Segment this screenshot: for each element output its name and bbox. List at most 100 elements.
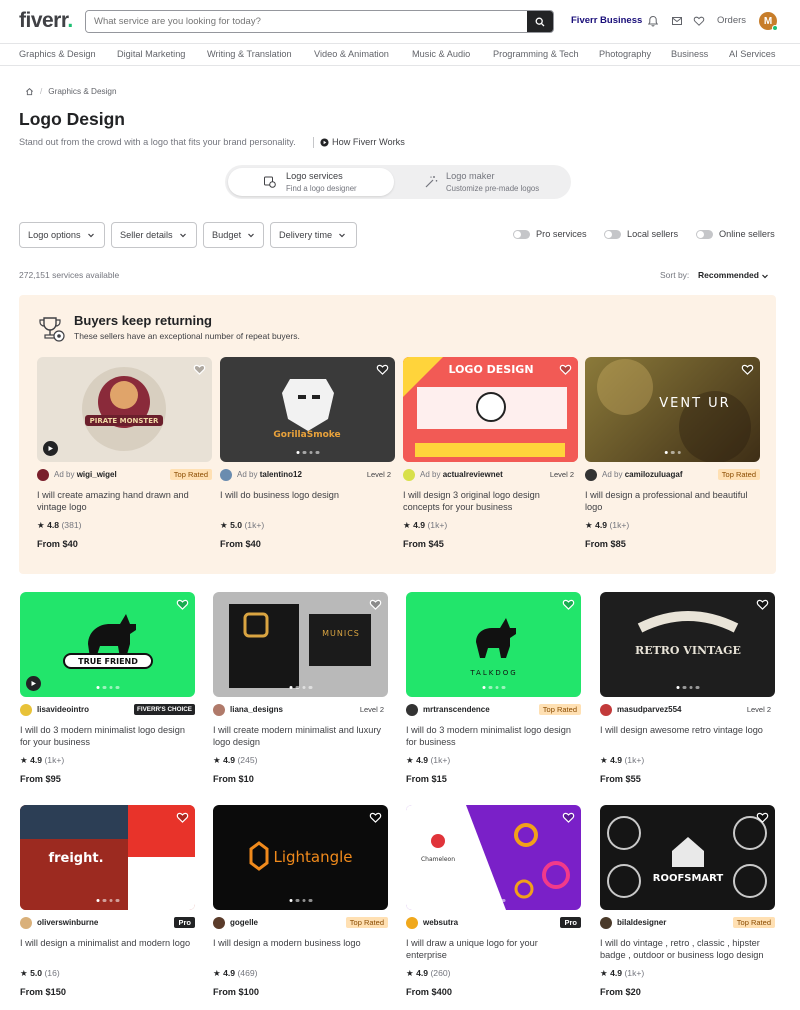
seller-name[interactable]: bilaldesigner: [617, 918, 666, 927]
category-photography[interactable]: Photography: [599, 49, 651, 59]
seller-name[interactable]: mrtranscendence: [423, 705, 490, 714]
online-sellers-switch[interactable]: [696, 230, 713, 239]
seller-avatar[interactable]: [403, 469, 415, 481]
seller-avatar[interactable]: [20, 704, 32, 716]
how-fiverr-works-link[interactable]: How Fiverr Works: [320, 137, 405, 147]
fiverr-logo[interactable]: fiverr.: [19, 9, 73, 33]
category-music-audio[interactable]: Music & Audio: [412, 49, 470, 59]
gig-thumbnail[interactable]: TALKDOG: [406, 592, 581, 697]
carousel-dots[interactable]: [482, 898, 505, 902]
gig-thumbnail[interactable]: Chameleon: [406, 805, 581, 910]
gig-title[interactable]: I will do vintage , retro , classic , hi…: [600, 938, 775, 961]
seller-name[interactable]: oliverswinburne: [37, 918, 98, 927]
messages-envelope-icon[interactable]: [669, 13, 685, 29]
seller-avatar[interactable]: [213, 917, 225, 929]
carousel-dots[interactable]: [296, 450, 319, 454]
home-icon[interactable]: [25, 87, 34, 96]
seller-avatar[interactable]: [20, 917, 32, 929]
breadcrumb-graphics-design[interactable]: Graphics & Design: [48, 87, 116, 96]
gig-title[interactable]: I will design a professional and beautif…: [585, 490, 760, 513]
seller-name[interactable]: gogelle: [230, 918, 258, 927]
gig-title[interactable]: I will draw a unique logo for your enter…: [406, 938, 581, 961]
favorites-heart-icon[interactable]: [691, 13, 707, 29]
seller-avatar[interactable]: [585, 469, 597, 481]
gig-thumbnail[interactable]: MUNICS: [213, 592, 388, 697]
seller-avatar[interactable]: [406, 917, 418, 929]
gig-title[interactable]: I will design 3 original logo design con…: [403, 490, 578, 513]
sort-dropdown[interactable]: Recommended: [698, 270, 769, 280]
seller-avatar[interactable]: [600, 704, 612, 716]
gig-thumbnail[interactable]: ROOFSMART: [600, 805, 775, 910]
gig-thumbnail[interactable]: PIRATE MONSTER: [37, 357, 212, 462]
heart-icon[interactable]: [176, 811, 189, 824]
search-input[interactable]: [86, 11, 526, 32]
heart-icon[interactable]: [562, 598, 575, 611]
gig-title[interactable]: I will do 3 modern minimalist logo desig…: [406, 725, 581, 748]
carousel-dots[interactable]: [676, 685, 699, 689]
gig-title[interactable]: I will design a minimalist and modern lo…: [20, 938, 195, 950]
play-video-button[interactable]: [26, 676, 41, 691]
gig-thumbnail[interactable]: freight.: [20, 805, 195, 910]
category-digital-marketing[interactable]: Digital Marketing: [117, 49, 185, 59]
category-business[interactable]: Business: [671, 49, 708, 59]
carousel-dots[interactable]: [96, 898, 119, 902]
heart-icon[interactable]: [193, 363, 206, 376]
heart-icon[interactable]: [756, 598, 769, 611]
seller-avatar[interactable]: [220, 469, 232, 481]
carousel-dots[interactable]: [289, 685, 312, 689]
seller-name[interactable]: Ad by actualreviewnet: [420, 470, 503, 479]
category-ai-services[interactable]: AI Services: [729, 49, 775, 59]
heart-icon[interactable]: [176, 598, 189, 611]
seller-avatar[interactable]: [406, 704, 418, 716]
gig-thumbnail[interactable]: VENT UR: [585, 357, 760, 462]
gig-title[interactable]: I will design awesome retro vintage logo: [600, 725, 775, 737]
heart-icon[interactable]: [741, 363, 754, 376]
gig-thumbnail[interactable]: RETRO VINTAGE: [600, 592, 775, 697]
gig-thumbnail[interactable]: LOGO DESIGN: [403, 357, 578, 462]
pro-services-switch[interactable]: [513, 230, 530, 239]
budget-dropdown[interactable]: Budget: [203, 222, 264, 248]
heart-icon[interactable]: [376, 363, 389, 376]
seller-name[interactable]: masudparvez554: [617, 705, 681, 714]
search-button[interactable]: [527, 11, 553, 32]
orders-link[interactable]: Orders: [717, 15, 746, 26]
category-writing-translation[interactable]: Writing & Translation: [207, 49, 292, 59]
category-programming-tech[interactable]: Programming & Tech: [493, 49, 579, 59]
category-video-animation[interactable]: Video & Animation: [314, 49, 389, 59]
fiverr-business-link[interactable]: Fiverr Business: [571, 15, 642, 26]
gig-thumbnail[interactable]: TRUE FRIEND: [20, 592, 195, 697]
seller-avatar[interactable]: [600, 917, 612, 929]
seller-name[interactable]: websutra: [423, 918, 458, 927]
heart-icon[interactable]: [369, 598, 382, 611]
notifications-bell-icon[interactable]: [645, 13, 661, 29]
gig-title[interactable]: I will design a modern business logo: [213, 938, 388, 950]
seller-name[interactable]: Ad by camilozuluagaf: [602, 470, 683, 479]
heart-icon[interactable]: [756, 811, 769, 824]
seller-details-dropdown[interactable]: Seller details: [111, 222, 197, 248]
carousel-dots[interactable]: [289, 898, 312, 902]
gig-title[interactable]: I will create modern minimalist and luxu…: [213, 725, 388, 748]
logo-maker-title[interactable]: Logo maker: [446, 171, 495, 181]
seller-avatar[interactable]: [37, 469, 49, 481]
gig-title[interactable]: I will create amazing hand drawn and vin…: [37, 490, 212, 513]
carousel-dots[interactable]: [96, 685, 119, 689]
gig-thumbnail[interactable]: Lightangle: [213, 805, 388, 910]
play-video-button[interactable]: [43, 441, 58, 456]
heart-icon[interactable]: [562, 811, 575, 824]
gig-title[interactable]: I will do 3 modern minimalist logo desig…: [20, 725, 195, 748]
heart-icon[interactable]: [369, 811, 382, 824]
delivery-time-dropdown[interactable]: Delivery time: [270, 222, 357, 248]
local-sellers-switch[interactable]: [604, 230, 621, 239]
category-graphics-design[interactable]: Graphics & Design: [19, 49, 96, 59]
carousel-dots[interactable]: [482, 685, 505, 689]
gig-title[interactable]: I will do business logo design: [220, 490, 395, 502]
logo-options-dropdown[interactable]: Logo options: [19, 222, 105, 248]
gig-thumbnail[interactable]: GorillaSmoke: [220, 357, 395, 462]
seller-name[interactable]: lisavideointro: [37, 705, 89, 714]
seller-avatar[interactable]: [213, 704, 225, 716]
seller-name[interactable]: Ad by wigi_wigel: [54, 470, 117, 479]
heart-icon[interactable]: [559, 363, 572, 376]
carousel-dots[interactable]: [664, 450, 681, 454]
seller-name[interactable]: Ad by talentino12: [237, 470, 302, 479]
magic-wand-icon[interactable]: [424, 175, 438, 189]
